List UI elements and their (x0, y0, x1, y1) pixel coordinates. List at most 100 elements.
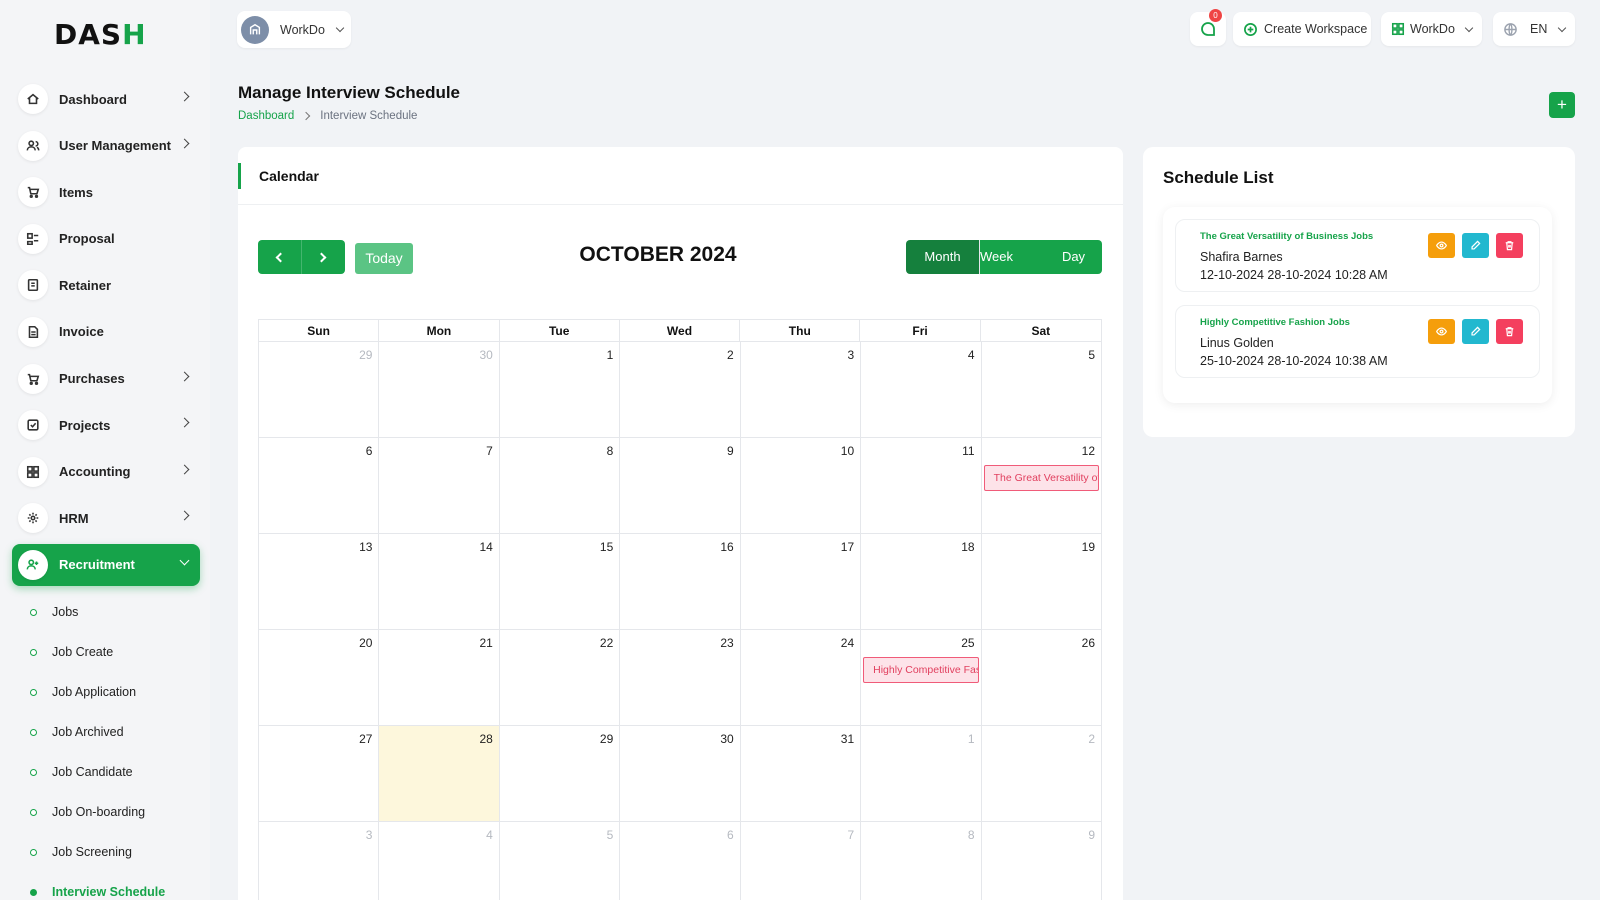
calendar-day[interactable]: 29 (499, 726, 621, 822)
workspace-switcher[interactable]: WorkDo (237, 11, 351, 48)
sidebar-item-user-management[interactable]: User Management (12, 125, 200, 167)
calendar-day[interactable]: 7 (741, 822, 862, 900)
sidebar-item-purchases[interactable]: Purchases (12, 358, 200, 400)
calendar-day[interactable]: 1 (861, 726, 982, 822)
sidebar-item-label: Purchases (59, 371, 125, 387)
edit-button[interactable] (1462, 233, 1489, 258)
calendar-day[interactable]: 7 (379, 438, 500, 534)
cart-icon (18, 177, 48, 208)
day-number: 9 (727, 444, 734, 458)
invoice-icon (18, 316, 48, 347)
day-number: 5 (1088, 348, 1095, 362)
calendar-day[interactable]: 18 (861, 534, 982, 630)
sidebar-item-accounting[interactable]: Accounting (12, 451, 200, 493)
calendar-day[interactable]: 14 (379, 534, 500, 630)
workspace-menu[interactable]: WorkDo (1381, 12, 1482, 46)
delete-button[interactable] (1496, 319, 1523, 344)
sidebar-item-projects[interactable]: Projects (12, 404, 200, 446)
brand-logo[interactable]: DASH (54, 18, 147, 51)
bullet-icon (30, 648, 37, 656)
calendar-day[interactable]: 29 (259, 342, 380, 438)
sidebar-item-recruitment[interactable]: Recruitment (12, 543, 200, 586)
calendar-day[interactable]: 31 (740, 726, 862, 822)
sidebar-item-proposal[interactable]: Proposal (12, 218, 200, 260)
month-view-button[interactable]: Month (906, 240, 979, 274)
sidebar-item-label: Retainer (59, 277, 112, 293)
calendar-day[interactable]: 16 (620, 534, 741, 630)
calendar-day[interactable]: 30 (620, 726, 741, 822)
calendar-day[interactable]: 6 (620, 822, 741, 900)
edit-button[interactable] (1462, 319, 1489, 344)
day-number: 2 (727, 348, 734, 362)
day-number: 30 (479, 348, 493, 362)
calendar-day[interactable]: 5 (981, 342, 1102, 438)
calendar-day[interactable]: 2 (620, 342, 741, 438)
sidebar-item-items[interactable]: Items (12, 171, 200, 213)
day-number: 19 (1081, 540, 1095, 554)
calendar-day[interactable]: 12 The Great Versatility of Business Jobs (981, 438, 1102, 534)
calendar-event[interactable]: Highly Competitive Fashion Jobs (863, 657, 979, 683)
calendar-day[interactable]: 3 (259, 822, 380, 900)
messages-button[interactable]: 0 (1190, 9, 1226, 46)
calendar-day[interactable]: 2 (981, 726, 1102, 822)
calendar-day[interactable]: 22 (499, 630, 621, 726)
calendar-day[interactable]: 24 (740, 630, 862, 726)
sidebar-item-label: Items (59, 184, 93, 200)
calendar-day[interactable]: 6 (259, 438, 380, 534)
next-month-button[interactable] (302, 240, 346, 274)
calendar-day[interactable]: 10 (740, 438, 862, 534)
breadcrumb-dashboard-link[interactable]: Dashboard (238, 110, 294, 122)
calendar-day[interactable]: 11 (861, 438, 982, 534)
calendar-day[interactable]: 20 (259, 630, 380, 726)
calendar-day[interactable]: 4 (861, 342, 982, 438)
calendar-day[interactable]: 15 (499, 534, 621, 630)
create-workspace-label: Create Workspace (1264, 22, 1368, 36)
submenu-item-job-candidate[interactable]: Job Candidate (30, 752, 200, 792)
language-selector[interactable]: EN (1493, 12, 1575, 46)
prev-month-button[interactable] (258, 240, 302, 274)
calendar-day[interactable]: 23 (620, 630, 741, 726)
trash-icon (1505, 241, 1514, 251)
bullet-icon (30, 608, 37, 616)
view-button[interactable] (1428, 319, 1455, 344)
sidebar-item-invoice[interactable]: Invoice (12, 311, 200, 353)
delete-button[interactable] (1496, 233, 1523, 258)
submenu-item-job-application[interactable]: Job Application (30, 672, 200, 712)
day-view-button[interactable]: Day (1045, 240, 1102, 274)
calendar-day[interactable]: 9 (982, 822, 1102, 900)
submenu-item-jobs[interactable]: Jobs (30, 592, 200, 632)
day-number: 15 (599, 540, 614, 554)
sidebar-item-dashboard[interactable]: Dashboard (12, 78, 200, 120)
calendar-day[interactable]: 26 (981, 630, 1102, 726)
create-workspace-button[interactable]: Create Workspace (1233, 12, 1371, 46)
calendar-day[interactable]: 25 Highly Competitive Fashion Jobs (861, 630, 982, 726)
calendar-day[interactable]: 21 (379, 630, 500, 726)
calendar-day[interactable]: 8 (861, 822, 982, 900)
submenu-item-job-screening[interactable]: Job Screening (30, 832, 200, 872)
add-schedule-button[interactable]: + (1549, 92, 1575, 118)
calendar-day[interactable]: 30 (379, 342, 500, 438)
calendar-day[interactable]: 4 (379, 822, 500, 900)
sidebar-item-hrm[interactable]: HRM (12, 497, 200, 539)
submenu-item-job-on-boarding[interactable]: Job On-boarding (30, 792, 200, 832)
submenu-item-job-create[interactable]: Job Create (30, 632, 200, 672)
calendar-day[interactable]: 13 (259, 534, 380, 630)
schedule-list: The Great Versatility of Business Jobs Sh… (1163, 207, 1552, 403)
today-button[interactable]: Today (355, 243, 413, 274)
calendar-day[interactable]: 5 (500, 822, 621, 900)
calendar-event[interactable]: The Great Versatility of Business Jobs (983, 465, 1099, 491)
calendar-day[interactable]: 8 (499, 438, 621, 534)
calendar-day[interactable]: 1 (499, 342, 621, 438)
calendar-day[interactable]: 27 (259, 726, 380, 822)
calendar-day[interactable]: 9 (620, 438, 741, 534)
view-button[interactable] (1428, 233, 1455, 258)
week-view-button[interactable]: Week (979, 240, 1045, 274)
calendar-day-today[interactable]: 28 (379, 726, 500, 822)
submenu-item-interview-schedule[interactable]: Interview Schedule (30, 872, 200, 900)
calendar-day[interactable]: 3 (740, 342, 862, 438)
submenu-item-job-archived[interactable]: Job Archived (30, 712, 200, 752)
calendar-day[interactable]: 17 (740, 534, 862, 630)
calendar-day[interactable]: 19 (981, 534, 1102, 630)
day-number: 10 (840, 444, 855, 458)
sidebar-item-retainer[interactable]: Retainer (12, 264, 200, 306)
